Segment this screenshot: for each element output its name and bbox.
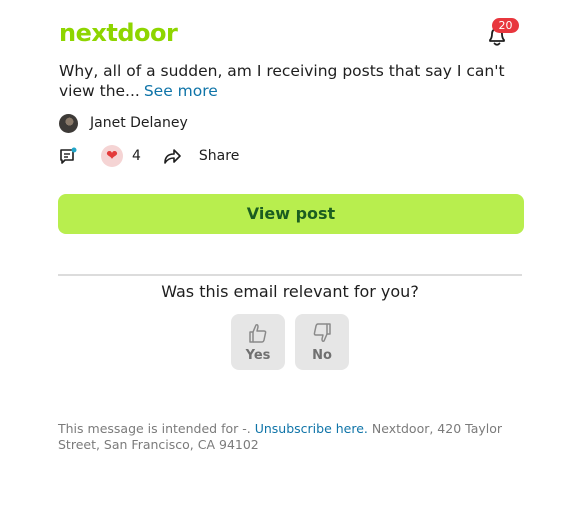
heart-icon: ❤ <box>106 148 118 164</box>
reaction-count: 4 <box>132 148 141 164</box>
vote-no-label: No <box>312 348 332 363</box>
post-author: Janet Delaney <box>59 113 188 133</box>
comment-icon[interactable] <box>59 147 77 165</box>
post-text: Why, all of a sudden, am I receiving pos… <box>59 62 505 100</box>
author-name[interactable]: Janet Delaney <box>90 115 188 131</box>
post-actions: ❤ 4 Share <box>59 145 239 167</box>
notification-badge: 20 <box>492 18 519 33</box>
thumbs-down-icon <box>313 323 331 342</box>
vote-yes-label: Yes <box>245 348 271 363</box>
vote-no-button[interactable]: No <box>295 314 349 370</box>
feedback-question: Was this email relevant for you? <box>161 282 419 301</box>
thumbs-up-icon <box>249 324 267 343</box>
share-button[interactable]: Share <box>199 148 239 164</box>
divider <box>58 274 522 276</box>
footer-prefix: This message is intended for -. <box>58 421 251 436</box>
see-more-link[interactable]: See more <box>144 82 218 100</box>
view-post-button[interactable]: View post <box>58 194 524 234</box>
avatar[interactable] <box>59 113 78 133</box>
post-preview: Why, all of a sudden, am I receiving pos… <box>59 62 529 101</box>
share-icon[interactable] <box>162 146 182 166</box>
unsubscribe-link[interactable]: Unsubscribe here. <box>255 421 368 436</box>
nextdoor-logo[interactable]: nextdoor <box>59 19 178 47</box>
footer-text: This message is intended for -. Unsubscr… <box>58 421 528 452</box>
vote-yes-button[interactable]: Yes <box>231 314 285 370</box>
reaction-button[interactable]: ❤ <box>101 145 123 167</box>
